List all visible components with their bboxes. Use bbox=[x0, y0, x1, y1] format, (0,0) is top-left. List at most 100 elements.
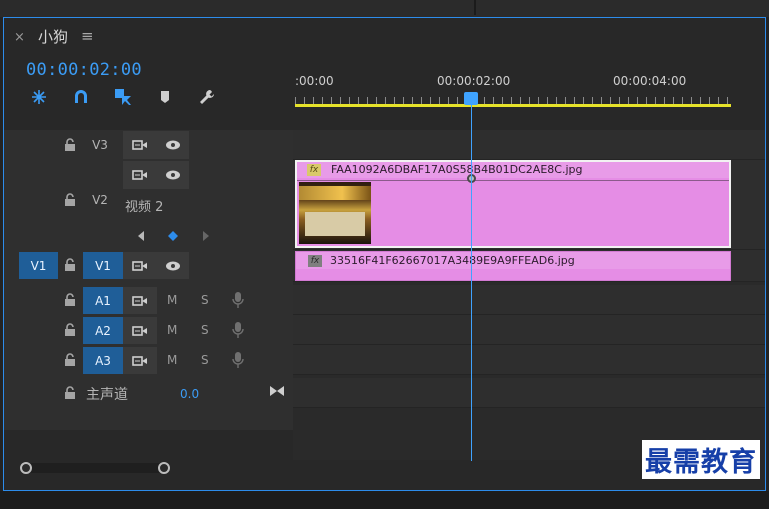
track-target-a3[interactable]: A3 bbox=[83, 347, 123, 374]
toggle-output-v3[interactable] bbox=[157, 131, 189, 159]
lock-icon[interactable] bbox=[64, 386, 76, 400]
magnet-icon[interactable] bbox=[70, 86, 92, 108]
timeline-panel: × 小狗 ≡ 00:00:02:00 :00:00 00:00:02:00 00… bbox=[3, 17, 766, 491]
film-icon bbox=[132, 295, 147, 306]
mic-icon[interactable] bbox=[232, 351, 244, 369]
film-icon bbox=[132, 325, 147, 336]
film-icon bbox=[132, 140, 147, 150]
track-target-a2[interactable]: A2 bbox=[83, 317, 123, 344]
toggle-sync-lock-a2[interactable] bbox=[123, 317, 157, 344]
track-headers: V3 V2 视频 2 V1 V1 A1 M S A2 M S A3 M S 主声… bbox=[4, 130, 293, 430]
keyframe-next-icon[interactable] bbox=[201, 230, 211, 242]
lock-icon[interactable] bbox=[64, 323, 76, 337]
track-header-v2: V2 视频 2 bbox=[4, 160, 293, 250]
lock-icon[interactable] bbox=[64, 293, 76, 307]
mute-button-a2[interactable]: M bbox=[167, 323, 177, 337]
clip-thumbnail bbox=[299, 182, 371, 244]
track-header-master: 主声道 0.0 bbox=[4, 378, 293, 408]
zoom-handle-right[interactable] bbox=[158, 462, 170, 474]
lane-a1[interactable] bbox=[293, 285, 765, 315]
toggle-sync-lock-v2[interactable] bbox=[123, 161, 157, 189]
lock-icon[interactable] bbox=[64, 138, 76, 152]
master-track-name: 主声道 bbox=[86, 387, 128, 403]
zoom-handle-left[interactable] bbox=[20, 462, 32, 474]
ruler-label: :00:00 bbox=[295, 74, 334, 88]
keyframe-prev-icon[interactable] bbox=[136, 230, 146, 242]
clip-header: fx 33516F41F62667017A3489E9A9FFEAD6.jpg bbox=[296, 252, 730, 269]
toggle-sync-lock-v3[interactable] bbox=[123, 131, 157, 159]
ruler-label: 00:00:04:00 bbox=[613, 74, 687, 88]
solo-button-a2[interactable]: S bbox=[201, 323, 209, 337]
eye-icon bbox=[166, 140, 180, 150]
track-target-a1[interactable]: A1 bbox=[83, 287, 123, 314]
track-header-a1: A1 M S bbox=[4, 285, 293, 315]
solo-button-a3[interactable]: S bbox=[201, 353, 209, 367]
eye-icon bbox=[166, 261, 180, 270]
solo-button-a1[interactable]: S bbox=[201, 293, 209, 307]
timeline-tracks[interactable]: fx FAA1092A6DBAF17A0S58B4B01DC2AE8C.jpg … bbox=[293, 130, 765, 460]
lane-a2[interactable] bbox=[293, 315, 765, 345]
track-header-a3: A3 M S bbox=[4, 345, 293, 375]
snap-icon[interactable] bbox=[28, 86, 50, 108]
clip-header: fx FAA1092A6DBAF17A0S58B4B01DC2AE8C.jpg bbox=[297, 162, 729, 178]
panel-menu-icon[interactable]: ≡ bbox=[81, 27, 94, 45]
track-name-v2[interactable]: V2 bbox=[90, 193, 110, 207]
track-name-v3[interactable]: V3 bbox=[90, 138, 110, 152]
clip-name: 33516F41F62667017A3489E9A9FFEAD6.jpg bbox=[330, 254, 575, 267]
lane-master[interactable] bbox=[293, 378, 765, 408]
fx-badge[interactable]: fx bbox=[307, 164, 321, 176]
timeline-header: × 小狗 ≡ 00:00:02:00 :00:00 00:00:02:00 00… bbox=[4, 18, 765, 130]
mic-icon[interactable] bbox=[232, 321, 244, 339]
clip-name: FAA1092A6DBAF17A0S58B4B01DC2AE8C.jpg bbox=[331, 163, 583, 176]
horizontal-zoom-scrollbar[interactable] bbox=[22, 463, 166, 473]
track-header-a2: A2 M S bbox=[4, 315, 293, 345]
keyframe-add-icon[interactable] bbox=[168, 231, 178, 241]
clip-v1[interactable]: fx 33516F41F62667017A3489E9A9FFEAD6.jpg bbox=[295, 251, 731, 281]
wrench-icon[interactable] bbox=[196, 86, 218, 108]
master-volume-value[interactable]: 0.0 bbox=[180, 387, 199, 401]
marker-icon[interactable] bbox=[154, 86, 176, 108]
eye-icon bbox=[166, 170, 180, 180]
work-area-bar[interactable] bbox=[295, 104, 731, 107]
lock-icon[interactable] bbox=[64, 258, 76, 272]
linked-selection-icon[interactable] bbox=[112, 86, 134, 108]
lock-icon[interactable] bbox=[64, 353, 76, 367]
playhead-handle[interactable] bbox=[464, 92, 478, 105]
mic-icon[interactable] bbox=[232, 291, 244, 309]
track-target-v1[interactable]: V1 bbox=[83, 252, 123, 279]
track-header-v3: V3 bbox=[4, 130, 293, 160]
fx-badge[interactable]: fx bbox=[308, 255, 322, 267]
mute-button-a3[interactable]: M bbox=[167, 353, 177, 367]
toggle-output-v1[interactable] bbox=[157, 252, 189, 279]
film-icon bbox=[132, 170, 147, 180]
source-patch-v1[interactable]: V1 bbox=[19, 252, 58, 279]
playhead-timecode[interactable]: 00:00:02:00 bbox=[26, 60, 142, 80]
thumbnail-roof bbox=[299, 186, 371, 200]
lock-icon[interactable] bbox=[64, 193, 76, 207]
watermark: 最需教育 bbox=[642, 440, 760, 479]
mute-button-a1[interactable]: M bbox=[167, 293, 177, 307]
thumbnail-wall bbox=[305, 212, 365, 236]
sequence-tab-title[interactable]: 小狗 bbox=[38, 26, 68, 47]
toggle-sync-lock-a1[interactable] bbox=[123, 287, 157, 314]
bottom-strip bbox=[0, 491, 769, 509]
ruler-label: 00:00:02:00 bbox=[437, 74, 511, 88]
opacity-rubber-band[interactable] bbox=[297, 180, 729, 181]
lane-v3[interactable] bbox=[293, 130, 765, 160]
time-ruler[interactable]: :00:00 00:00:02:00 00:00:04:00 bbox=[295, 68, 765, 108]
film-icon bbox=[132, 260, 147, 271]
playhead-line[interactable] bbox=[471, 103, 472, 461]
film-icon bbox=[132, 355, 147, 366]
panel-divider bbox=[474, 0, 476, 15]
toggle-sync-lock-a3[interactable] bbox=[123, 347, 157, 374]
ruler-ticks bbox=[295, 97, 731, 104]
track-header-v1: V1 V1 bbox=[4, 250, 293, 281]
toggle-sync-lock-v1[interactable] bbox=[123, 252, 157, 279]
top-strip bbox=[0, 0, 769, 17]
bowtie-icon[interactable] bbox=[269, 385, 285, 397]
lane-a3[interactable] bbox=[293, 345, 765, 375]
track-display-name-v2: 视频 2 bbox=[125, 200, 164, 215]
clip-v2[interactable]: fx FAA1092A6DBAF17A0S58B4B01DC2AE8C.jpg bbox=[295, 160, 731, 248]
toggle-output-v2[interactable] bbox=[157, 161, 189, 189]
close-icon[interactable]: × bbox=[14, 30, 25, 45]
